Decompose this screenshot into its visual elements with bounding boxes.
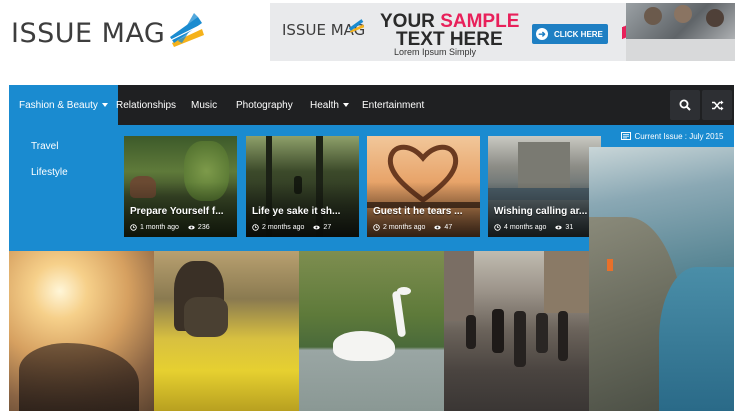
current-issue-label: Current Issue : July 2015 (634, 131, 724, 141)
post-card-time: 4 months ago (504, 224, 547, 231)
eye-icon (313, 225, 321, 230)
mega-menu: Travel Lifestyle Prepare Yourself f... 1… (9, 125, 610, 251)
ad-button-label: CLICK HERE (554, 29, 603, 39)
post-card[interactable]: Prepare Yourself f... 1 month ago 236 (124, 136, 237, 237)
search-icon (679, 99, 691, 111)
caret-down-icon (342, 103, 349, 107)
main-nav: Fashion & Beauty Relationships Music Pho… (9, 85, 734, 125)
shuffle-button[interactable] (702, 90, 732, 120)
magazine-icon (620, 132, 631, 140)
eye-icon (188, 225, 195, 230)
site-logo[interactable]: ISSUE MAG (11, 8, 208, 58)
shuffle-icon (711, 100, 723, 110)
post-card-meta: 4 months ago 31 (494, 224, 573, 231)
current-issue-cover[interactable] (589, 147, 734, 411)
nav-item-music[interactable]: Music (191, 85, 217, 125)
featured-photo[interactable] (299, 251, 444, 411)
post-card-views: 236 (197, 224, 210, 231)
featured-photo[interactable] (154, 251, 299, 411)
eye-icon (555, 225, 563, 230)
caret-down-icon (101, 103, 108, 107)
nav-item-label: Fashion & Beauty (19, 99, 98, 111)
nav-item-label: Music (191, 99, 218, 111)
post-card-views: 31 (565, 224, 574, 231)
nav-item-relationships[interactable]: Relationships (116, 85, 176, 125)
post-card[interactable]: Guest it he tears ... 2 months ago 47 (367, 136, 480, 237)
nav-item-health[interactable]: Health (310, 85, 349, 125)
post-card-title: Guest it he tears ... (373, 206, 463, 217)
nav-item-label: Photography (236, 99, 293, 111)
post-card[interactable]: Life ye sake it sh... 2 months ago 27 (246, 136, 359, 237)
post-card[interactable]: Wishing calling ar... 4 months ago 31 (488, 136, 601, 237)
ad-subtext: Lorem Ipsum Simply (394, 47, 477, 57)
logo-book-icon (170, 13, 205, 47)
current-issue-badge[interactable]: Current Issue : July 2015 (610, 125, 734, 147)
ad-logo-icon (348, 19, 365, 33)
clock-icon (130, 224, 137, 231)
ad-click-button[interactable]: ➜ CLICK HERE (532, 24, 608, 44)
post-card-title: Wishing calling ar... (494, 206, 588, 217)
logo-text: ISSUE MAG (11, 17, 166, 49)
clock-icon (494, 224, 501, 231)
nav-item-fashion-beauty[interactable]: Fashion & Beauty (9, 85, 118, 125)
eye-icon (434, 225, 442, 230)
clock-icon (373, 224, 380, 231)
post-card-title: Prepare Yourself f... (130, 206, 224, 217)
page: ISSUE MAG ISSUE MAG YOUR SAMPLE TEXT HER… (0, 0, 750, 420)
nav-item-label: Entertainment (362, 99, 425, 111)
post-card-views: 47 (444, 224, 453, 231)
nav-item-label: Relationships (116, 99, 177, 111)
search-button[interactable] (670, 90, 700, 120)
subcategory-travel[interactable]: Travel (31, 141, 58, 152)
post-card-meta: 2 months ago 47 (373, 224, 452, 231)
arrow-right-icon: ➜ (536, 28, 548, 40)
post-card-meta: 2 months ago 27 (252, 224, 331, 231)
post-card-views: 27 (323, 224, 332, 231)
ad-banner[interactable]: ISSUE MAG YOUR SAMPLE TEXT HERE Lorem Ip… (270, 3, 735, 61)
post-card-meta: 1 month ago 236 (130, 224, 210, 231)
nav-item-photography[interactable]: Photography (236, 85, 293, 125)
subcategory-lifestyle[interactable]: Lifestyle (31, 167, 68, 178)
post-card-time: 1 month ago (140, 224, 179, 231)
post-card-time: 2 months ago (383, 224, 426, 231)
post-card-time: 2 months ago (262, 224, 305, 231)
featured-photo[interactable] (9, 251, 154, 411)
clock-icon (252, 224, 259, 231)
ad-photo (626, 3, 735, 61)
featured-photo[interactable] (444, 251, 589, 411)
nav-item-label: Health (310, 99, 339, 111)
nav-item-entertainment[interactable]: Entertainment (362, 85, 424, 125)
post-card-title: Life ye sake it sh... (252, 206, 341, 217)
